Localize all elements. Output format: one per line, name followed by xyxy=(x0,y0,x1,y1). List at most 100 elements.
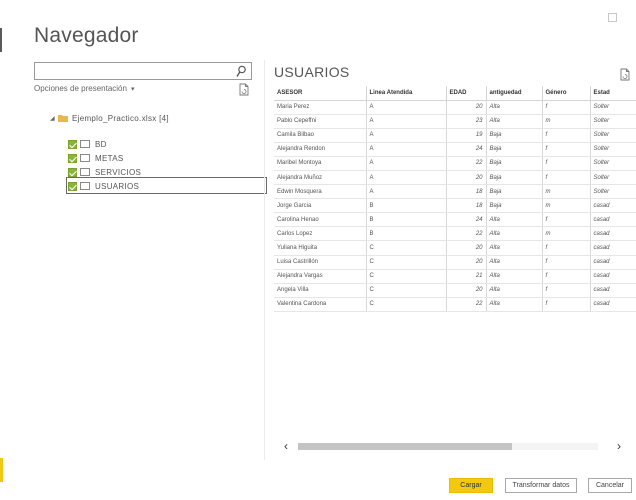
table-cell: A xyxy=(366,142,447,157)
table-cell: Edwin Mosquera xyxy=(274,184,367,200)
table-cell: 21 xyxy=(446,269,487,284)
table-cell: A xyxy=(366,114,447,129)
table-row: Maribel Montoya A 22 Baja f Solter xyxy=(274,156,636,171)
preview-table: ASESOR Linea Atendida EDAD antiguedad Gé… xyxy=(274,86,636,312)
table-cell: 20 xyxy=(446,100,487,115)
table-cell: Jorge Garcia xyxy=(274,198,367,214)
display-options-label: Opciones de presentación xyxy=(34,84,127,93)
table-cell: Alta xyxy=(486,240,543,256)
table-row: Angela Villa C 20 Alta f casad xyxy=(274,283,636,298)
table-cell: Solter xyxy=(590,142,636,157)
column-header: antiguedad xyxy=(486,86,543,101)
table-icon xyxy=(80,140,90,148)
search-icon[interactable] xyxy=(236,65,246,78)
table-row: Yuliana Higuita C 20 Alta f casad xyxy=(274,240,636,256)
scrollbar-thumb[interactable] xyxy=(298,443,512,450)
table-cell: f xyxy=(542,240,591,256)
table-cell: Baja xyxy=(486,170,543,186)
table-header-row: ASESOR Linea Atendida EDAD antiguedad Gé… xyxy=(274,86,636,101)
table-row: Alejandra Vargas C 21 Alta f casad xyxy=(274,269,636,284)
horizontal-scrollbar[interactable]: ‹ › xyxy=(274,439,636,453)
table-icon xyxy=(80,168,90,176)
table-cell: Angela Villa xyxy=(274,283,367,298)
column-header: Linea Atendida xyxy=(366,86,447,101)
tree-item-label: BD xyxy=(95,139,107,149)
checkbox[interactable] xyxy=(68,153,77,163)
table-cell: Valentina Cardona xyxy=(274,297,367,312)
table-row: Alejandra Muñoz A 20 Baja f Solter xyxy=(274,170,636,186)
table-cell: 18 xyxy=(446,198,487,214)
tree-root-file[interactable]: ◢ Ejemplo_Practico.xlsx [4] xyxy=(50,111,169,125)
table-cell: casad xyxy=(590,283,636,298)
table-icon xyxy=(80,182,90,190)
document-icon[interactable] xyxy=(620,68,630,81)
table-cell: Solter xyxy=(590,170,636,186)
table-cell: casad xyxy=(590,198,636,214)
table-cell: casad xyxy=(590,226,636,242)
table-row: Edwin Mosquera A 18 Baja m Solter xyxy=(274,184,636,200)
table-cell: Alta xyxy=(486,100,543,115)
table-cell: Baja xyxy=(486,184,543,200)
maximize-icon[interactable] xyxy=(608,13,617,22)
table-cell: Solter xyxy=(590,128,636,143)
table-cell: casad xyxy=(590,212,636,228)
document-icon[interactable] xyxy=(239,83,249,96)
table-cell: A xyxy=(366,170,447,186)
table-cell: B xyxy=(366,212,447,228)
checkbox[interactable] xyxy=(68,181,77,191)
table-cell: 20 xyxy=(446,170,487,186)
navigator-tree: ◢ Ejemplo_Practico.xlsx [4] xyxy=(50,111,169,125)
display-options-menu[interactable]: Opciones de presentación ▾ xyxy=(34,84,134,93)
chevron-right-icon[interactable]: › xyxy=(617,439,621,453)
table-row: Carolina Henao B 24 Alta f casad xyxy=(274,212,636,228)
table-cell: casad xyxy=(590,269,636,284)
table-cell: A xyxy=(366,128,447,143)
load-button[interactable]: Cargar xyxy=(449,478,493,493)
tree-item-label: USUARIOS xyxy=(95,181,140,191)
table-cell: 20 xyxy=(446,255,487,270)
table-cell: f xyxy=(542,283,591,298)
table-cell: Alta xyxy=(486,269,543,284)
table-cell: Solter xyxy=(590,156,636,171)
tree-item-label: SERVICIOS xyxy=(95,167,142,177)
caret-down-icon[interactable]: ◢ xyxy=(50,115,58,122)
table-cell: Solter xyxy=(590,114,636,129)
table-row: Maria Perez A 20 Alta f Solter xyxy=(274,100,636,115)
table-cell: Yuliana Higuita xyxy=(274,240,367,256)
table-cell: Alejandra Rendon xyxy=(274,142,367,157)
tree-item-usuarios[interactable]: USUARIOS xyxy=(68,178,139,194)
preview-table-container[interactable]: ASESOR Linea Atendida EDAD antiguedad Gé… xyxy=(274,86,636,346)
table-cell: A xyxy=(366,184,447,200)
table-cell: C xyxy=(366,255,447,270)
cancel-button[interactable]: Cancelar xyxy=(588,478,632,493)
table-cell: casad xyxy=(590,240,636,256)
table-row: Camila Bilbao A 19 Baja f Solter xyxy=(274,128,636,143)
table-cell: Solter xyxy=(590,184,636,200)
table-row: Alejandra Rendon A 24 Baja f Solter xyxy=(274,142,636,157)
table-cell: f xyxy=(542,255,591,270)
table-cell: f xyxy=(542,170,591,186)
table-cell: 18 xyxy=(446,184,487,200)
search-input[interactable] xyxy=(34,62,252,80)
chevron-left-icon[interactable]: ‹ xyxy=(284,439,288,453)
table-cell: C xyxy=(366,283,447,298)
table-cell: 24 xyxy=(446,212,487,228)
preview-title: USUARIOS xyxy=(274,64,350,80)
pane-divider xyxy=(264,60,265,460)
table-cell: m xyxy=(542,198,591,214)
table-cell: Alejandra Muñoz xyxy=(274,170,367,186)
table-cell: f xyxy=(542,128,591,143)
tree-root-label: Ejemplo_Practico.xlsx [4] xyxy=(72,113,169,123)
table-cell: C xyxy=(366,297,447,312)
table-cell: B xyxy=(366,226,447,242)
transform-data-button[interactable]: Transformar datos xyxy=(505,478,577,493)
column-header: EDAD xyxy=(446,86,487,101)
checkbox[interactable] xyxy=(68,167,77,177)
table-cell: 19 xyxy=(446,128,487,143)
table-cell: casad xyxy=(590,297,636,312)
table-cell: 22 xyxy=(446,226,487,242)
table-cell: 22 xyxy=(446,297,487,312)
table-row: Pablo Cepeffni A 23 Alta m Solter xyxy=(274,114,636,129)
table-cell: 24 xyxy=(446,142,487,157)
checkbox[interactable] xyxy=(68,139,77,149)
